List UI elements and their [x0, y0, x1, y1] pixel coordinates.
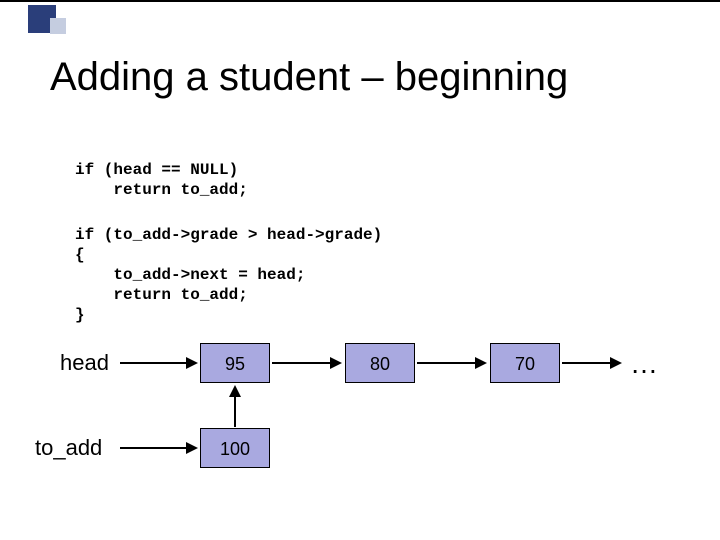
arrow-70-to-next — [562, 362, 612, 364]
node-80: 80 — [345, 343, 415, 383]
label-to-add: to_add — [35, 435, 102, 461]
ellipsis: … — [630, 348, 658, 380]
label-head: head — [60, 350, 109, 376]
arrow-95-to-80-tip — [330, 357, 342, 369]
arrow-80-to-70 — [417, 362, 477, 364]
linked-list-diagram: head to_add 95 80 70 100 … — [0, 340, 720, 520]
arrow-head-to-95-tip — [186, 357, 198, 369]
top-border-line — [0, 0, 720, 2]
arrow-100-to-95-tip — [229, 385, 241, 397]
arrow-toadd-to-100-tip — [186, 442, 198, 454]
node-100: 100 — [200, 428, 270, 468]
node-70: 70 — [490, 343, 560, 383]
decor-square-light — [50, 18, 66, 34]
arrow-95-to-80 — [272, 362, 332, 364]
code-block-1: if (head == NULL) return to_add; — [75, 160, 248, 200]
arrow-80-to-70-tip — [475, 357, 487, 369]
code-block-2: if (to_add->grade > head->grade) { to_ad… — [75, 225, 382, 325]
arrow-head-to-95 — [120, 362, 188, 364]
arrow-toadd-to-100 — [120, 447, 188, 449]
slide-title: Adding a student – beginning — [50, 55, 568, 100]
arrow-70-to-next-tip — [610, 357, 622, 369]
node-95: 95 — [200, 343, 270, 383]
arrow-100-to-95 — [234, 396, 236, 427]
